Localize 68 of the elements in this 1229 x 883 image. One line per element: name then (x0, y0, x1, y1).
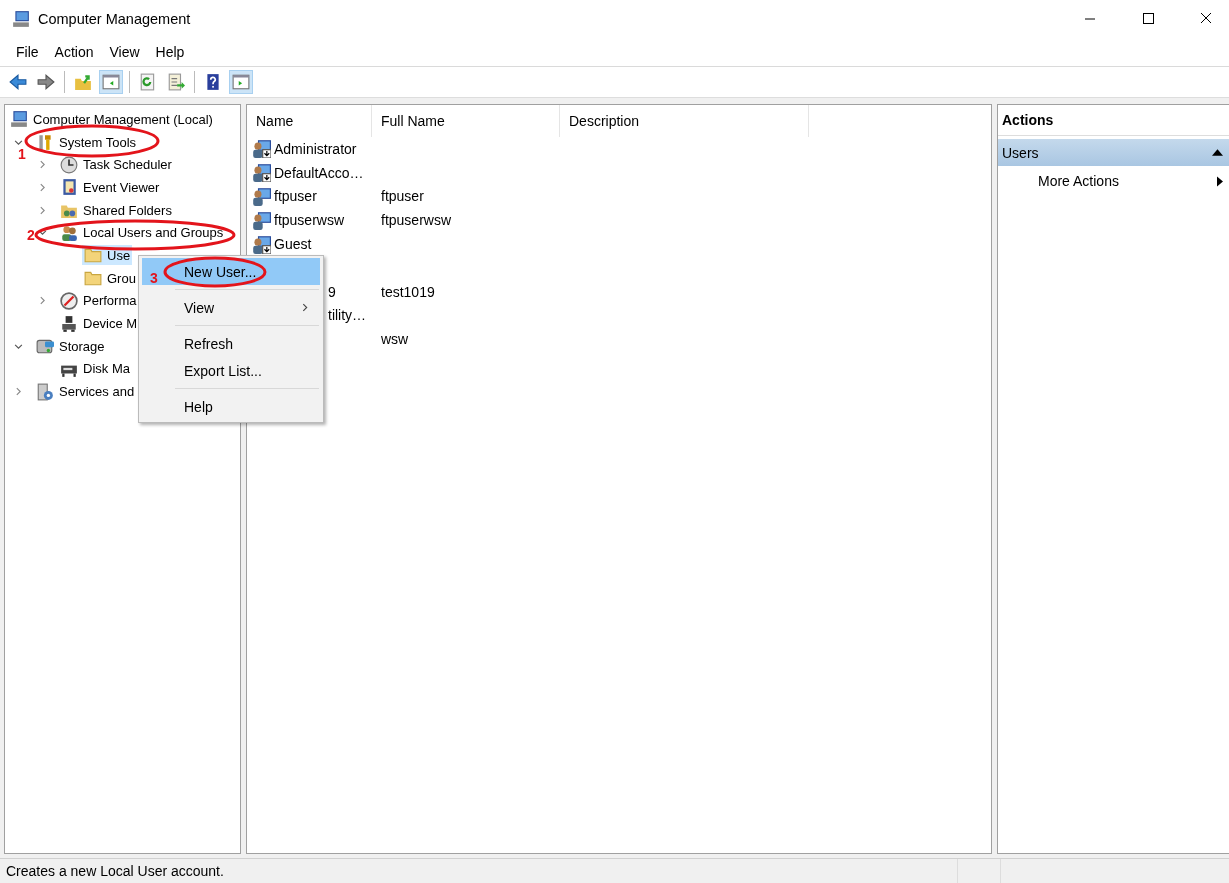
users-icon (60, 223, 78, 242)
actions-title: Actions (998, 105, 1229, 136)
annotation-number: 1 (18, 146, 26, 162)
chevron-down-icon[interactable] (13, 137, 23, 147)
log-book-icon (60, 178, 78, 197)
action-link[interactable]: More Actions (1038, 173, 1119, 189)
menu-item[interactable]: View (142, 294, 320, 321)
folder-icon (84, 269, 102, 288)
clock-icon (60, 155, 78, 174)
user-name[interactable]: ftpuserwsw (274, 212, 345, 229)
services-icon (36, 382, 54, 401)
user-name[interactable]: tility… (328, 307, 367, 324)
computer-icon (12, 10, 30, 28)
section-header[interactable]: Users (998, 139, 1229, 166)
window-title: Computer Management (38, 11, 192, 27)
tree-item[interactable]: Task Scheduler (83, 157, 172, 173)
full-name: ftpuserwsw (381, 212, 452, 229)
chevron-right-icon[interactable] (37, 296, 47, 306)
tree-item[interactable]: Disk Ma (83, 361, 130, 377)
full-name: wsw (381, 331, 409, 348)
pane-icon[interactable] (102, 73, 120, 91)
device-icon (60, 314, 78, 333)
tree-item[interactable]: Device M (83, 316, 138, 332)
tree-item[interactable]: Grou (107, 270, 136, 286)
menu-item[interactable]: Action (46, 44, 102, 60)
folder-up-icon[interactable] (74, 73, 92, 91)
tree-item[interactable]: Shared Folders (83, 202, 172, 218)
full-name: ftpuser (381, 188, 424, 205)
menu-item[interactable]: File (8, 44, 47, 60)
user-name[interactable]: 9 (328, 283, 336, 300)
tree-item[interactable]: Services and (59, 384, 135, 400)
user-name[interactable]: ftpuser (274, 188, 317, 205)
annotation-number: 2 (27, 227, 35, 243)
column-header[interactable]: Full Name (372, 105, 560, 137)
collapse-arrow-icon[interactable] (1212, 149, 1223, 156)
pane-icon[interactable] (232, 73, 250, 91)
column-header[interactable]: Description (560, 105, 809, 137)
help-icon[interactable] (204, 73, 222, 91)
chevron-right-icon[interactable] (13, 387, 23, 397)
menu-item[interactable]: View (101, 44, 148, 60)
chevron-right-icon[interactable] (37, 182, 47, 192)
export-list-icon[interactable] (167, 73, 185, 91)
tree-item[interactable]: Computer Management (Local) (33, 111, 213, 127)
tree-item[interactable]: Event Viewer (83, 179, 160, 195)
storage-icon (36, 337, 54, 356)
back-arrow-icon[interactable] (9, 73, 27, 91)
menu-item[interactable]: Help (142, 393, 320, 420)
annotation-number: 3 (150, 270, 158, 286)
menu-item[interactable]: Export List... (142, 357, 320, 384)
menu-item[interactable]: Help (147, 44, 193, 60)
tree-item[interactable]: Local Users and Groups (83, 225, 224, 241)
computer-icon (10, 110, 28, 129)
refresh-icon[interactable] (139, 73, 157, 91)
chevron-right-icon[interactable] (37, 205, 47, 215)
chevron-right-icon[interactable] (37, 160, 47, 170)
folder-icon (84, 246, 102, 265)
menu-item[interactable]: Refresh (142, 330, 320, 357)
status-text: Creates a new Local User account. (5, 862, 225, 881)
chevron-down-icon[interactable] (13, 341, 23, 351)
tree-item[interactable]: Performa (83, 293, 137, 309)
full-name: test1019 (381, 283, 435, 300)
tree-item[interactable]: Storage (59, 338, 105, 354)
column-header[interactable]: Name (247, 105, 372, 137)
tools-icon (36, 133, 54, 152)
tree-item[interactable]: System Tools (59, 134, 137, 150)
forward-arrow-icon[interactable] (37, 73, 55, 91)
chevron-down-icon[interactable] (37, 228, 47, 238)
gauge-icon (60, 291, 78, 310)
